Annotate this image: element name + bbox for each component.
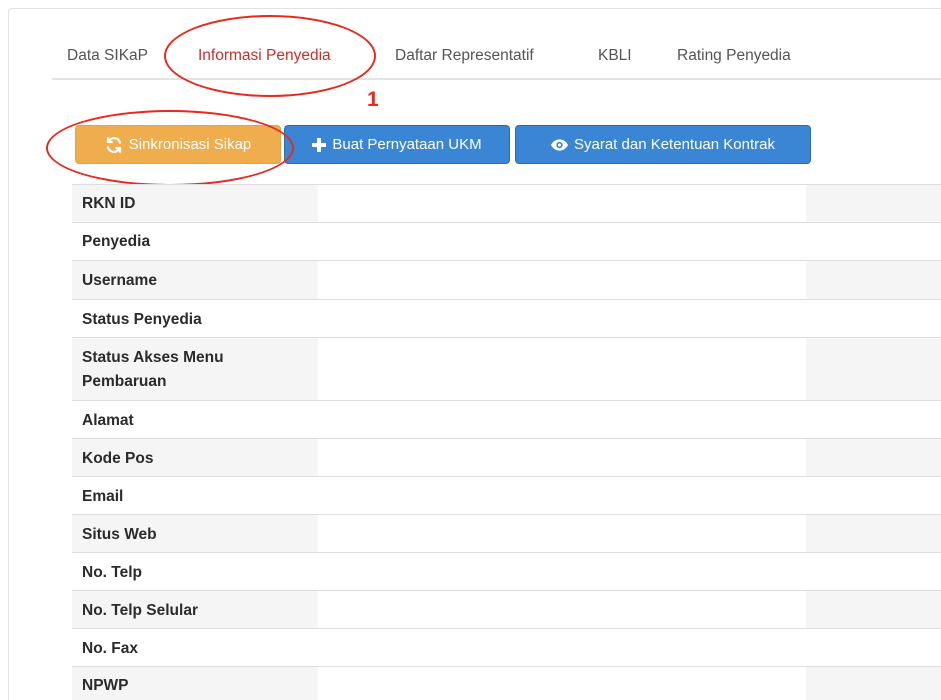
row-value bbox=[318, 185, 806, 222]
tab-kbli[interactable]: KBLI bbox=[598, 47, 632, 65]
row-label: Status Akses Menu Pembaruan bbox=[82, 349, 224, 390]
tab-rating-penyedia[interactable]: Rating Penyedia bbox=[677, 47, 791, 65]
annotation-number-1: 1 bbox=[367, 88, 379, 111]
row-label: Situs Web bbox=[82, 526, 157, 543]
buat-pernyataan-ukm-button[interactable]: Buat Pernyataan UKM bbox=[284, 125, 510, 164]
refresh-icon bbox=[105, 136, 123, 154]
table-row: No. Telp Selular bbox=[72, 590, 941, 628]
eye-icon bbox=[551, 138, 568, 151]
row-label: Username bbox=[82, 272, 157, 289]
row-value bbox=[318, 261, 806, 299]
tab-informasi-penyedia[interactable]: Informasi Penyedia bbox=[198, 47, 331, 65]
table-row: Email bbox=[72, 476, 941, 514]
row-value bbox=[318, 515, 806, 552]
syarat-ketentuan-kontrak-button[interactable]: Syarat dan Ketentuan Kontrak bbox=[515, 125, 811, 164]
row-label: RKN ID bbox=[82, 195, 136, 212]
buat-pernyataan-ukm-label: Buat Pernyataan UKM bbox=[332, 136, 482, 153]
table-row: Alamat bbox=[72, 400, 941, 438]
row-label: Alamat bbox=[82, 412, 134, 429]
row-value bbox=[318, 629, 806, 666]
tab-daftar-representatif[interactable]: Daftar Representatif bbox=[395, 47, 534, 65]
row-value bbox=[318, 338, 806, 400]
table-row: NPWP bbox=[72, 666, 941, 700]
table-row: No. Telp bbox=[72, 552, 941, 590]
table-row: Status Penyedia bbox=[72, 299, 941, 337]
row-label: Penyedia bbox=[82, 233, 151, 250]
row-label: No. Telp Selular bbox=[82, 602, 198, 619]
row-value bbox=[318, 223, 806, 260]
table-row: Situs Web bbox=[72, 514, 941, 552]
table-row: RKN ID bbox=[72, 184, 941, 222]
row-value bbox=[318, 401, 806, 438]
table-row: No. Fax bbox=[72, 628, 941, 666]
row-label: Email bbox=[82, 488, 124, 505]
sinkronisasi-sikap-button[interactable]: Sinkronisasi Sikap bbox=[75, 125, 281, 164]
row-label: NPWP bbox=[82, 677, 129, 694]
sinkronisasi-sikap-label: Sinkronisasi Sikap bbox=[128, 136, 252, 153]
table-row: Penyedia bbox=[72, 222, 941, 260]
table-row: Username bbox=[72, 260, 941, 299]
tab-bar: Data SIKaP Informasi Penyedia Daftar Rep… bbox=[52, 42, 941, 80]
row-value bbox=[318, 300, 806, 337]
tab-data-sikap[interactable]: Data SIKaP bbox=[67, 47, 148, 65]
row-value bbox=[318, 667, 806, 700]
row-label: No. Telp bbox=[82, 564, 142, 581]
plus-icon bbox=[312, 137, 327, 152]
row-value bbox=[318, 591, 806, 628]
row-value bbox=[318, 477, 806, 514]
row-value bbox=[318, 553, 806, 590]
table-row: Kode Pos bbox=[72, 438, 941, 476]
row-label: Kode Pos bbox=[82, 450, 154, 467]
row-label: Status Penyedia bbox=[82, 311, 202, 328]
table-row: Status Akses Menu Pembaruan bbox=[72, 337, 941, 400]
row-label: No. Fax bbox=[82, 640, 138, 657]
syarat-ketentuan-kontrak-label: Syarat dan Ketentuan Kontrak bbox=[574, 136, 775, 153]
row-value bbox=[318, 439, 806, 476]
